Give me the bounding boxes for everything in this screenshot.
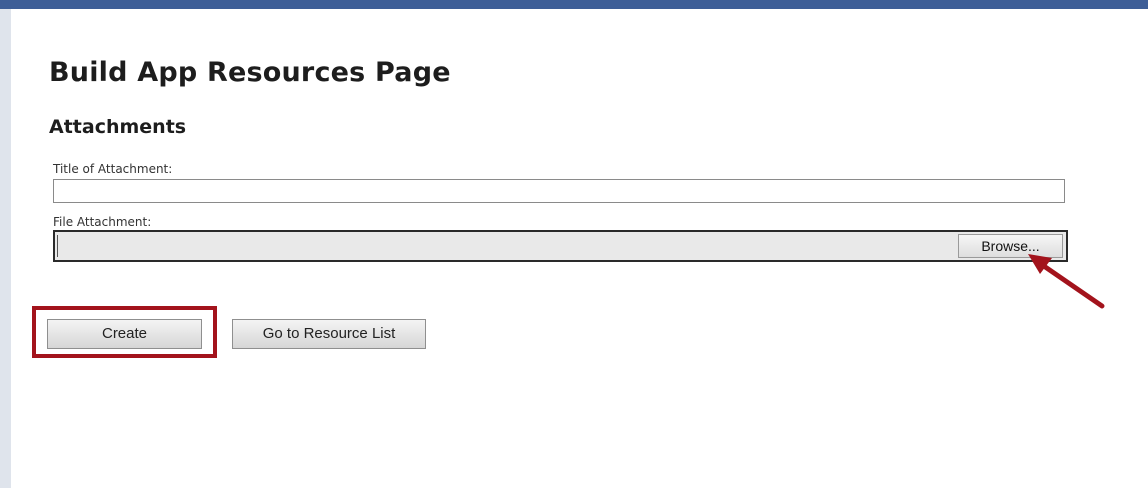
- file-attachment-label: File Attachment:: [53, 215, 152, 229]
- arrow-annotation-icon: [1028, 254, 1105, 309]
- title-of-attachment-label: Title of Attachment:: [53, 162, 173, 176]
- section-title: Attachments: [49, 116, 187, 138]
- page-title: Build App Resources Page: [49, 57, 451, 88]
- left-gutter: [0, 9, 11, 488]
- file-path-display[interactable]: [57, 235, 954, 257]
- file-attachment-field[interactable]: Browse...: [53, 230, 1068, 262]
- go-to-resource-list-button[interactable]: Go to Resource List: [232, 319, 426, 349]
- create-highlight-annotation: [32, 306, 217, 358]
- title-of-attachment-input[interactable]: [53, 179, 1065, 203]
- page: Build App Resources Page Attachments Tit…: [0, 0, 1148, 488]
- top-bar: [0, 0, 1148, 9]
